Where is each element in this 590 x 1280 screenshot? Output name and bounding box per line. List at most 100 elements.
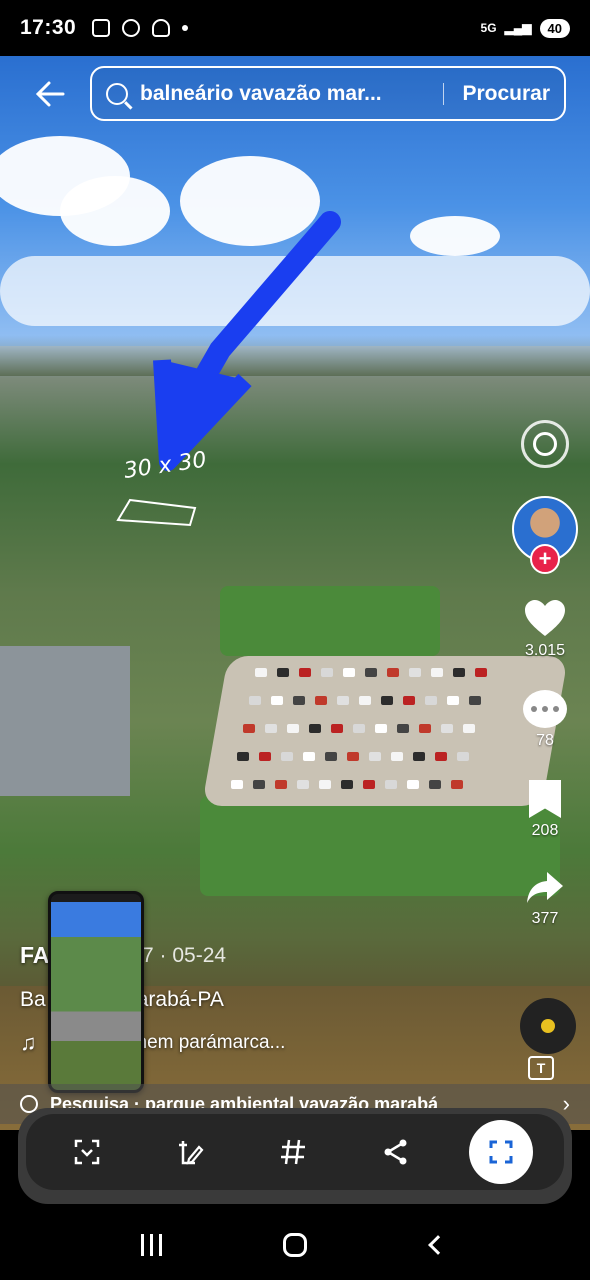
app-icon — [122, 19, 141, 37]
signal-icon: ▂▄▆ — [504, 21, 532, 35]
music-title: nem parámarca... — [136, 1032, 286, 1053]
cloud — [0, 256, 590, 326]
share-icon — [384, 1139, 407, 1165]
share-arrow-icon — [527, 872, 563, 903]
parked-car — [429, 780, 441, 789]
parked-car — [255, 668, 267, 677]
back-button[interactable] — [30, 76, 70, 112]
parked-car — [237, 752, 249, 761]
screenshot-thumbnail[interactable] — [48, 891, 144, 1093]
hashtag-button[interactable] — [263, 1122, 323, 1182]
share-button[interactable]: 377 — [525, 870, 565, 928]
system-back-button[interactable] — [418, 1225, 458, 1265]
scan-icon — [75, 1139, 100, 1165]
horizon — [0, 346, 590, 376]
parked-car — [381, 696, 393, 705]
like-count: 3.015 — [524, 642, 566, 659]
music-note-icon: ♫ — [20, 1030, 37, 1055]
search-icon — [106, 82, 128, 105]
save-button[interactable]: 208 — [529, 780, 561, 840]
parked-car — [403, 696, 415, 705]
parked-car — [431, 668, 443, 677]
parked-car — [303, 752, 315, 761]
home-icon — [282, 1233, 307, 1257]
status-time: 17:30 — [20, 16, 77, 39]
navigation-bar — [0, 1210, 590, 1280]
parked-car — [375, 724, 387, 733]
cloud — [410, 216, 500, 256]
parked-car — [365, 668, 377, 677]
parked-car — [231, 780, 243, 789]
lawn — [200, 796, 560, 896]
parked-car — [385, 780, 397, 789]
parked-car — [341, 780, 353, 789]
share-screenshot-button[interactable] — [366, 1122, 426, 1182]
parked-car — [441, 724, 453, 733]
scroll-capture-button[interactable] — [57, 1122, 117, 1182]
parked-car — [397, 724, 409, 733]
parked-car — [451, 780, 463, 789]
parked-car — [363, 780, 375, 789]
smart-select-button[interactable] — [468, 1120, 533, 1184]
home-button[interactable] — [275, 1225, 315, 1265]
action-rail: + 3.015 78 208 377 — [510, 420, 580, 928]
parked-car — [277, 668, 289, 677]
parked-car — [353, 724, 365, 733]
back-arrow-icon — [35, 81, 65, 107]
music-disc[interactable] — [520, 998, 576, 1054]
parked-car — [347, 752, 359, 761]
search-bar[interactable]: balneário vavazão mar... Procurar — [90, 66, 566, 121]
edit-icon — [179, 1141, 204, 1165]
parked-car — [321, 668, 333, 677]
notification-icons — [92, 19, 189, 37]
lens-search-button[interactable] — [521, 420, 569, 468]
comment-button[interactable]: 78 — [523, 690, 567, 750]
parked-car — [457, 752, 469, 761]
comment-icon — [523, 690, 567, 728]
text-scan-icon: T — [536, 1060, 546, 1076]
parked-car — [475, 668, 487, 677]
parked-car — [259, 752, 271, 761]
parked-car — [343, 668, 355, 677]
heart-icon — [525, 600, 565, 636]
share-count: 377 — [531, 910, 559, 927]
parked-car — [309, 724, 321, 733]
recents-button[interactable] — [132, 1225, 172, 1265]
parked-car — [281, 752, 293, 761]
like-button[interactable]: 3.015 — [523, 598, 567, 660]
parked-car — [319, 780, 331, 789]
parked-car — [391, 752, 403, 761]
parked-car — [337, 696, 349, 705]
parked-car — [275, 780, 287, 789]
parked-car — [447, 696, 459, 705]
parked-car — [409, 668, 421, 677]
status-right: 5G ▂▄▆ 40 — [480, 18, 570, 38]
comment-count: 78 — [536, 732, 554, 749]
parked-car — [297, 780, 309, 789]
parked-car — [469, 696, 481, 705]
parked-car — [453, 668, 465, 677]
text-scan-button[interactable]: T — [528, 1056, 554, 1080]
lens-icon — [533, 432, 557, 456]
parked-car — [387, 668, 399, 677]
post-date: 7 · 05-24 — [142, 944, 227, 967]
parked-car — [315, 696, 327, 705]
author-avatar[interactable]: + — [512, 496, 578, 574]
parked-car — [271, 696, 283, 705]
status-bar: 17:30 5G ▂▄▆ 40 — [0, 0, 590, 56]
search-button[interactable]: Procurar — [462, 82, 550, 106]
edit-button[interactable] — [160, 1122, 220, 1182]
notification-icon — [152, 19, 171, 37]
search-input[interactable]: balneário vavazão mar... — [140, 82, 425, 106]
cloud — [60, 176, 170, 246]
follow-button[interactable]: + — [530, 544, 560, 574]
parked-car — [435, 752, 447, 761]
author-name[interactable]: FA — [20, 942, 49, 969]
parked-car — [407, 780, 419, 789]
network-label: 5G — [480, 21, 497, 35]
parked-car — [369, 752, 381, 761]
parked-car — [293, 696, 305, 705]
back-chevron-icon — [428, 1235, 449, 1255]
parked-car — [299, 668, 311, 677]
parked-car — [359, 696, 371, 705]
